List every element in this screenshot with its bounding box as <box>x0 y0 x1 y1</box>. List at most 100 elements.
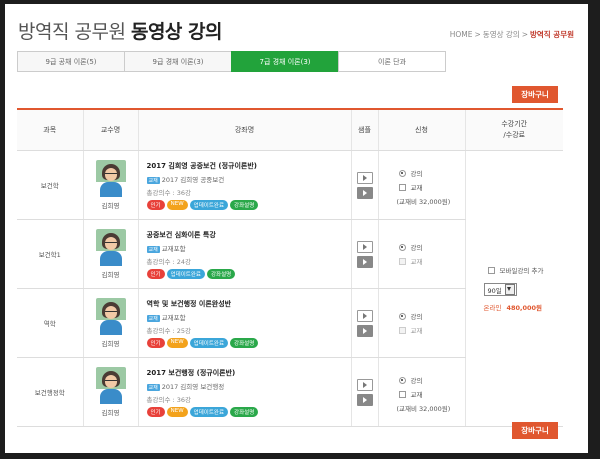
apply-lecture-option[interactable]: 강의 <box>398 168 465 178</box>
page-title: 방역직 공무원 동영상 강의 <box>18 17 222 44</box>
checkbox-book[interactable] <box>398 183 406 191</box>
cell-apply: 강의 교재 (교재비 32,000원) <box>378 357 466 427</box>
header-period-line1: 수강기간 <box>501 120 528 128</box>
sample-video-icon[interactable] <box>356 393 373 406</box>
cell-apply: 강의 교재 (교재비 32,000원) <box>378 150 466 220</box>
apply-lecture-label: 강의 <box>410 170 423 178</box>
lecture-subtitle: 교재 2017 김희영 보건행정 <box>146 381 351 391</box>
sample-video-icon[interactable] <box>356 324 373 337</box>
header-apply: 신청 <box>378 109 466 151</box>
cell-professor: 김희영 <box>83 219 139 289</box>
cell-professor: 김희영 <box>83 150 139 220</box>
book-tag: 교재 <box>146 383 160 391</box>
radio-lecture[interactable] <box>398 169 406 177</box>
apply-lecture-option[interactable]: 강의 <box>398 311 465 321</box>
checkbox-book[interactable] <box>398 390 406 398</box>
cell-professor: 김희영 <box>83 288 139 358</box>
page-title-category: 방역직 공무원 <box>18 21 126 43</box>
radio-lecture[interactable] <box>398 243 406 251</box>
apply-book-option[interactable]: 교재 <box>398 182 465 192</box>
apply-lecture-option[interactable]: 강의 <box>398 242 465 252</box>
apply-book-label: 교재 <box>410 391 423 399</box>
lecture-subtitle-text: 교재포함 <box>161 313 186 322</box>
cart-button-bottom[interactable]: 장바구니 <box>512 422 558 439</box>
breadcrumb-home[interactable]: HOME <box>450 30 473 39</box>
badge-popular: 인기 <box>146 337 165 348</box>
breadcrumb: HOME > 동영상 강의 > 방역직 공무원 <box>449 30 574 39</box>
sample-video-icon[interactable] <box>356 186 373 199</box>
breadcrumb-video[interactable]: 동영상 강의 <box>483 30 520 39</box>
badge-group: 인기 NEW 업데이트완료 강좌설명 <box>146 406 351 417</box>
cell-apply: 강의 교재 <box>378 288 466 358</box>
lecture-subtitle: 교재 교재포함 <box>146 243 351 253</box>
sample-play-icon[interactable] <box>356 240 373 253</box>
apply-lecture-option[interactable]: 강의 <box>398 375 465 385</box>
cell-lecture: 2017 김희영 공중보건 (정규이론반) 교재 2017 김희영 공중보건 총강… <box>138 150 352 220</box>
mobile-option[interactable]: 모바일강의 추가 <box>487 265 564 275</box>
period-select[interactable]: 90일 <box>483 283 517 296</box>
sample-play-icon[interactable] <box>356 378 373 391</box>
book-fee: (교재비 32,000원) <box>396 198 451 206</box>
badge-popular: 인기 <box>146 406 165 417</box>
professor-name: 김희영 <box>101 202 120 210</box>
badge-group: 인기 업데이트완료 강좌설명 <box>146 268 351 279</box>
tab-grade9-career[interactable]: 9급 경채 이론(3) <box>124 51 232 72</box>
checkbox-book <box>398 257 406 265</box>
checkbox-book <box>398 326 406 334</box>
checkbox-mobile[interactable] <box>487 266 495 274</box>
professor-photo <box>95 298 126 335</box>
header-period-line2: /수강료 <box>503 131 526 139</box>
badge-group: 인기 NEW 업데이트완료 강좌설명 <box>146 199 351 210</box>
cell-professor: 김희영 <box>83 357 139 427</box>
lecture-subtitle-text: 2017 김희영 보건행정 <box>161 382 225 391</box>
cell-subject: 보건학1 <box>17 219 84 289</box>
badge-description[interactable]: 강좌설명 <box>230 406 259 417</box>
radio-lecture[interactable] <box>398 376 406 384</box>
badge-updated: 업데이트완료 <box>189 406 229 417</box>
cell-sample <box>351 150 379 220</box>
apply-book-option[interactable]: 교재 <box>398 389 465 399</box>
price-line: 온라인 480,000원 <box>484 302 564 312</box>
cart-button-top[interactable]: 장바구니 <box>512 86 558 103</box>
lecture-count: 총강의수 : 36강 <box>146 188 192 197</box>
book-tag: 교재 <box>146 176 160 184</box>
cell-sample <box>351 219 379 289</box>
price-value: 480,000원 <box>506 304 543 312</box>
badge-description[interactable]: 강좌설명 <box>207 268 236 279</box>
page-title-main: 동영상 강의 <box>130 21 223 43</box>
cell-subject: 보건행정학 <box>17 357 84 427</box>
book-tag: 교재 <box>146 245 160 253</box>
badge-new: NEW <box>166 406 188 417</box>
apply-book-option: 교재 <box>398 325 465 335</box>
professor-name: 김희영 <box>101 271 120 279</box>
table-row: 보건학 김희영 2017 김희영 공중보건 (정규이론반) 교재 2017 김희영… <box>17 150 563 427</box>
badge-popular: 인기 <box>146 268 165 279</box>
lecture-title[interactable]: 역학 및 보건행정 이론완성반 <box>147 299 351 309</box>
tab-grade7-career[interactable]: 7급 경채 이론(3) <box>231 51 339 72</box>
course-tabs: 9급 공채 이론(5) 9급 경채 이론(3) 7급 경채 이론(3) 이론 단… <box>17 51 446 72</box>
lecture-count: 총강의수 : 24강 <box>146 257 192 266</box>
sample-video-icon[interactable] <box>356 255 373 268</box>
lecture-title[interactable]: 2017 보건행정 (정규이론반) <box>147 368 351 378</box>
lecture-subtitle: 교재 2017 김희영 공중보건 <box>146 174 351 184</box>
sample-play-icon[interactable] <box>356 171 373 184</box>
apply-book-label: 교재 <box>410 327 423 335</box>
badge-popular: 인기 <box>146 199 165 210</box>
lecture-title[interactable]: 공중보건 심화이론 특강 <box>147 230 351 240</box>
lecture-title[interactable]: 2017 김희영 공중보건 (정규이론반) <box>147 161 351 171</box>
tab-theory-single[interactable]: 이론 단과 <box>338 51 446 72</box>
badge-updated: 업데이트완료 <box>189 337 229 348</box>
badge-description[interactable]: 강좌설명 <box>230 337 259 348</box>
cell-lecture: 역학 및 보건행정 이론완성반 교재 교재포함 총강의수 : 25강 인기 NEW… <box>138 288 352 358</box>
sample-play-icon[interactable] <box>356 309 373 322</box>
badge-group: 인기 NEW 업데이트완료 강좌설명 <box>146 337 351 348</box>
header-professor: 교수명 <box>83 109 139 151</box>
table-header-row: 과목 교수명 강좌명 샘플 신청 수강기간/수강료 <box>17 109 563 151</box>
lecture-count: 총강의수 : 25강 <box>146 326 192 335</box>
cell-sample <box>351 357 379 427</box>
badge-new: NEW <box>166 337 188 348</box>
radio-lecture[interactable] <box>398 312 406 320</box>
badge-description[interactable]: 강좌설명 <box>230 199 259 210</box>
tab-grade9-public[interactable]: 9급 공채 이론(5) <box>17 51 125 72</box>
mobile-label: 모바일강의 추가 <box>499 267 544 275</box>
